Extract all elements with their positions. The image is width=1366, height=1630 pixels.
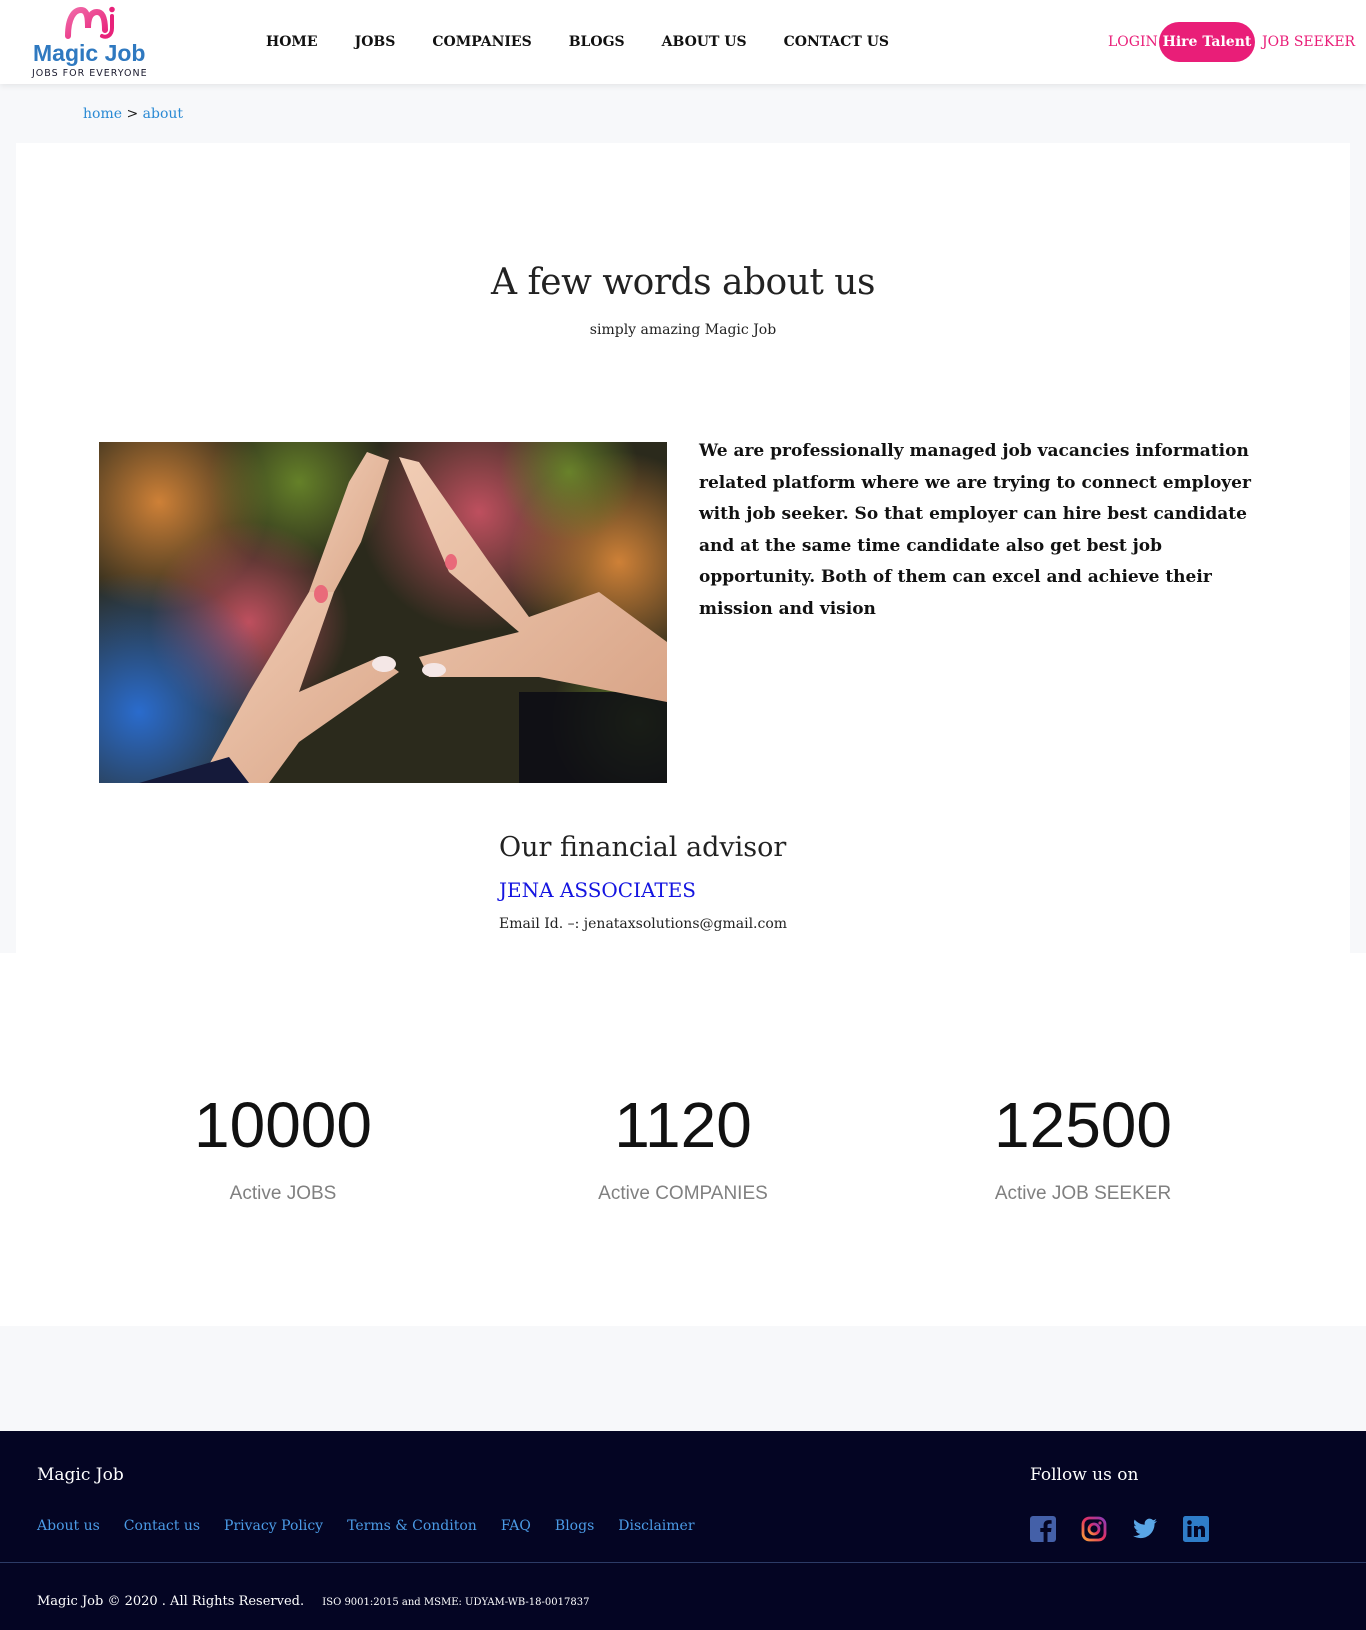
footer-link-privacy[interactable]: Privacy Policy <box>224 1518 323 1534</box>
page-subtitle: simply amazing Magic Job <box>589 322 777 338</box>
logo-title: Magic Job <box>33 40 146 66</box>
hands-photo <box>99 442 667 783</box>
social-links <box>1030 1516 1209 1542</box>
footer-link-terms[interactable]: Terms & Conditon <box>347 1518 477 1534</box>
hire-talent-button[interactable]: Hire Talent <box>1159 22 1255 62</box>
job-seeker-link[interactable]: JOB SEEKER <box>1262 34 1355 50</box>
nav-companies[interactable]: COMPANIES <box>432 34 531 50</box>
breadcrumb: home > about <box>83 106 183 122</box>
about-image <box>99 442 667 783</box>
breadcrumb-current[interactable]: about <box>143 106 183 122</box>
stat-job-seekers: 12500 Active JOB SEEKER <box>883 1093 1283 1205</box>
site-footer: Magic Job About us Contact us Privacy Po… <box>0 1431 1366 1630</box>
logo-mark-icon <box>65 6 115 39</box>
nav-jobs[interactable]: JOBS <box>355 34 396 50</box>
breadcrumb-home[interactable]: home <box>83 106 122 122</box>
footer-link-disclaimer[interactable]: Disclaimer <box>618 1518 694 1534</box>
main-nav: HOME JOBS COMPANIES BLOGS ABOUT US CONTA… <box>266 34 889 50</box>
stat-jobs-label: Active JOBS <box>229 1183 337 1204</box>
nav-about-us[interactable]: ABOUT US <box>662 34 747 50</box>
stats-section: 10000 Active JOBS 1120 Active COMPANIES … <box>0 953 1366 1326</box>
footer-link-about[interactable]: About us <box>37 1518 100 1534</box>
facebook-icon[interactable] <box>1030 1516 1056 1542</box>
follow-heading: Follow us on <box>1030 1465 1139 1485</box>
site-header: Magic Job JOBS FOR EVERYONE HOME JOBS CO… <box>0 0 1366 84</box>
breadcrumb-separator: > <box>126 106 139 122</box>
login-link[interactable]: LOGIN <box>1108 34 1158 50</box>
stat-jobs: 10000 Active JOBS <box>83 1093 483 1205</box>
stat-companies-value: 1120 <box>614 1089 752 1161</box>
nav-contact-us[interactable]: CONTACT US <box>784 34 889 50</box>
twitter-icon[interactable] <box>1132 1516 1158 1542</box>
footer-divider <box>0 1562 1366 1563</box>
page-title: A few words about us <box>491 262 875 303</box>
instagram-icon[interactable] <box>1081 1516 1107 1542</box>
advisor-email: Email Id. –: jenataxsolutions@gmail.com <box>499 916 788 932</box>
footer-link-blogs[interactable]: Blogs <box>555 1518 594 1534</box>
stat-job-seekers-label: Active JOB SEEKER <box>994 1183 1172 1204</box>
iso-certification: ISO 9001:2015 and MSME: UDYAM-WB-18-0017… <box>322 1597 590 1608</box>
advisor-heading: Our financial advisor <box>499 832 787 863</box>
stat-companies-label: Active COMPANIES <box>598 1183 768 1204</box>
copyright-line: Magic Job © 2020 . All Rights Reserved. … <box>37 1594 589 1609</box>
footer-link-contact[interactable]: Contact us <box>124 1518 200 1534</box>
nav-blogs[interactable]: BLOGS <box>569 34 625 50</box>
logo-tagline: JOBS FOR EVERYONE <box>32 68 148 79</box>
copyright-text: Magic Job © 2020 . All Rights Reserved. <box>37 1594 305 1609</box>
site-logo[interactable]: Magic Job JOBS FOR EVERYONE <box>30 6 158 79</box>
about-description: We are professionally managed job vacanc… <box>699 441 1251 619</box>
footer-brand: Magic Job <box>37 1465 124 1485</box>
stat-companies: 1120 Active COMPANIES <box>483 1093 883 1205</box>
advisor-name: JENA ASSOCIATES <box>499 878 697 902</box>
footer-link-faq[interactable]: FAQ <box>501 1518 531 1534</box>
footer-links: About us Contact us Privacy Policy Terms… <box>37 1518 695 1534</box>
nav-home[interactable]: HOME <box>266 34 318 50</box>
linkedin-icon[interactable] <box>1183 1516 1209 1542</box>
stat-job-seekers-value: 12500 <box>994 1089 1172 1161</box>
stat-jobs-value: 10000 <box>194 1089 372 1161</box>
